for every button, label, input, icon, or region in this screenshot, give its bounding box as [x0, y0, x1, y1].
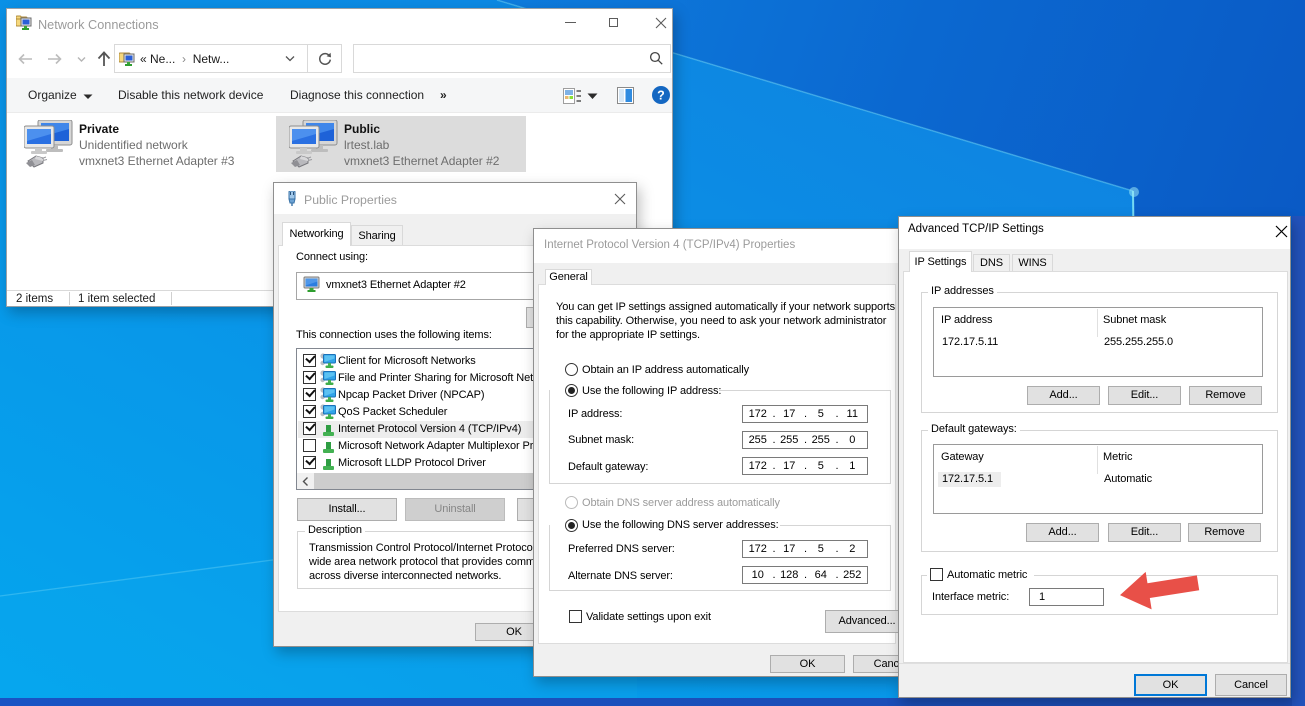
svg-text:?: ? [657, 88, 665, 102]
